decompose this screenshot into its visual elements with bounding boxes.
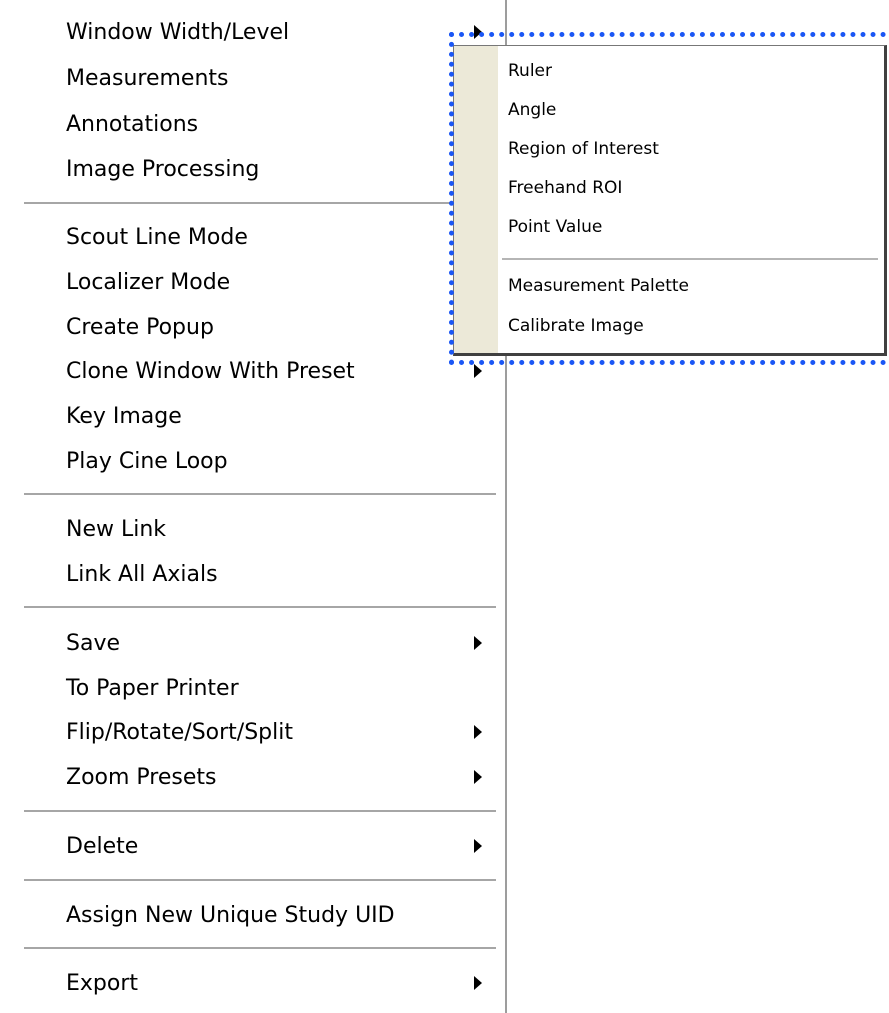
menu-item-localizer-mode[interactable]: Localizer Mode: [0, 260, 505, 306]
context-menu: Window Width/Level Measurements Annotati…: [0, 0, 507, 1013]
menu-item-create-popup[interactable]: Create Popup: [0, 305, 505, 351]
menu-item-measurements[interactable]: Measurements: [0, 56, 505, 102]
menu-item-label: Export: [66, 971, 139, 996]
submenu-item-ruler[interactable]: Ruler: [454, 52, 882, 90]
menu-item-label: Localizer Mode: [66, 270, 231, 295]
menu-item-label: Flip/Rotate/Sort/Split: [66, 720, 293, 745]
submenu-arrow-icon: [474, 636, 482, 650]
menu-item-to-paper-printer[interactable]: To Paper Printer: [0, 666, 505, 712]
submenu-arrow-icon: [474, 25, 482, 39]
submenu-item-label: Region of Interest: [508, 139, 659, 159]
menu-item-play-cine-loop[interactable]: Play Cine Loop: [0, 439, 505, 485]
menu-separator: [24, 810, 496, 813]
menu-item-label: New Link: [66, 517, 167, 542]
submenu-item-freehand-roi[interactable]: Freehand ROI: [454, 169, 882, 207]
menu-item-window-width-level[interactable]: Window Width/Level: [0, 10, 505, 56]
submenu-arrow-icon: [474, 364, 482, 378]
menu-item-label: Zoom Presets: [66, 765, 217, 790]
submenu-arrow-icon: [474, 839, 482, 853]
menu-item-key-image[interactable]: Key Image: [0, 394, 505, 440]
submenu-item-point-value[interactable]: Point Value: [454, 208, 882, 246]
menu-item-label: Play Cine Loop: [66, 449, 228, 474]
menu-item-label: Window Width/Level: [66, 20, 290, 45]
menu-item-label: Clone Window With Preset: [66, 359, 355, 384]
menu-separator: [24, 202, 496, 205]
submenu-arrow-icon: [474, 770, 482, 784]
measurements-submenu: Ruler Angle Region of Interest Freehand …: [453, 45, 887, 356]
menu-separator: [24, 947, 496, 950]
menu-item-scout-line-mode[interactable]: Scout Line Mode: [0, 215, 505, 261]
menu-item-new-link[interactable]: New Link: [0, 507, 505, 553]
menu-item-label: Link All Axials: [66, 562, 218, 587]
submenu-item-label: Measurement Palette: [508, 276, 689, 296]
menu-item-label: Save: [66, 631, 121, 656]
menu-separator: [24, 879, 496, 882]
menu-item-label: Delete: [66, 834, 139, 859]
menu-item-label: Create Popup: [66, 315, 214, 340]
menu-item-annotations[interactable]: Annotations: [0, 102, 505, 148]
menu-item-label: Scout Line Mode: [66, 225, 248, 250]
submenu-item-label: Point Value: [508, 217, 603, 237]
menu-item-image-processing[interactable]: Image Processing: [0, 147, 505, 193]
menu-separator: [24, 493, 496, 496]
submenu-item-label: Freehand ROI: [508, 178, 623, 198]
menu-item-label: Key Image: [66, 404, 182, 429]
submenu-arrow-icon: [474, 725, 482, 739]
menu-item-label: Image Processing: [66, 157, 260, 182]
menu-item-flip-rotate-sort-split[interactable]: Flip/Rotate/Sort/Split: [0, 710, 505, 756]
menu-item-assign-new-unique-study-uid[interactable]: Assign New Unique Study UID: [0, 893, 505, 939]
submenu-item-label: Ruler: [508, 61, 552, 81]
menu-item-label: Assign New Unique Study UID: [66, 903, 395, 928]
menu-item-zoom-presets[interactable]: Zoom Presets: [0, 755, 505, 801]
menu-separator: [24, 606, 496, 609]
submenu-separator: [502, 258, 878, 260]
menu-item-save[interactable]: Save: [0, 621, 505, 667]
submenu-item-measurement-palette[interactable]: Measurement Palette: [454, 267, 882, 305]
menu-item-export[interactable]: Export: [0, 961, 505, 1007]
submenu-item-region-of-interest[interactable]: Region of Interest: [454, 130, 882, 168]
menu-item-link-all-axials[interactable]: Link All Axials: [0, 552, 505, 598]
menu-item-label: To Paper Printer: [66, 676, 239, 701]
submenu-item-label: Calibrate Image: [508, 316, 644, 336]
menu-item-label: Measurements: [66, 66, 229, 91]
submenu-item-label: Angle: [508, 100, 557, 120]
submenu-item-calibrate-image[interactable]: Calibrate Image: [454, 307, 882, 345]
menu-item-delete[interactable]: Delete: [0, 824, 505, 870]
menu-item-label: Annotations: [66, 112, 199, 137]
menu-item-clone-window-with-preset[interactable]: Clone Window With Preset: [0, 349, 505, 395]
submenu-item-angle[interactable]: Angle: [454, 91, 882, 129]
submenu-arrow-icon: [474, 976, 482, 990]
